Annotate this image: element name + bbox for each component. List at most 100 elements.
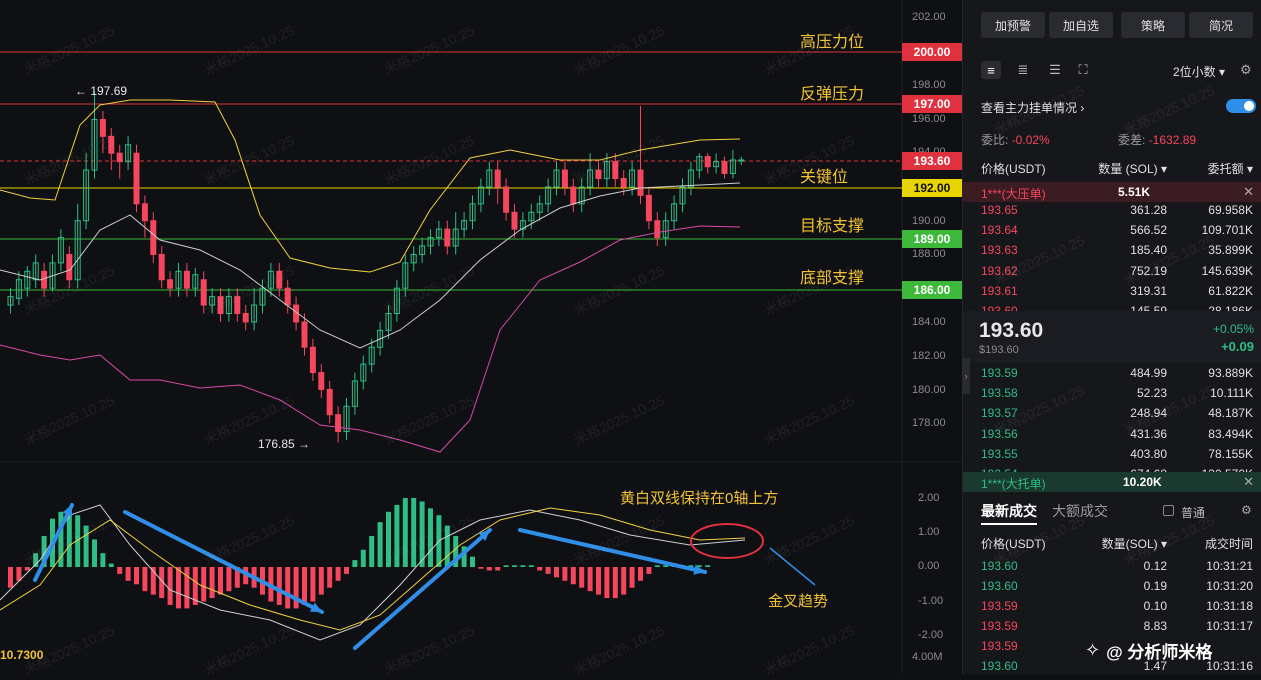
add-watchlist-button[interactable]: 加自选 xyxy=(1049,12,1113,38)
level-price-tag: 197.00 xyxy=(902,95,962,113)
candle-body xyxy=(503,186,510,213)
macd-axis-tick: -2.00 xyxy=(918,629,944,641)
chevron-right-icon: › xyxy=(1080,101,1085,115)
candle-body xyxy=(309,346,316,374)
macd-histogram-bar xyxy=(554,567,559,578)
row-qty: 0.12 xyxy=(1143,559,1167,573)
macd-histogram-bar xyxy=(629,567,635,588)
settings-icon[interactable]: ⚙ xyxy=(1241,503,1252,517)
trade-row[interactable]: 193.59 8.83 10:31:17 xyxy=(981,616,1257,636)
row-total: 109.701K xyxy=(1201,223,1253,238)
add-alert-button[interactable]: 加预警 xyxy=(981,12,1045,38)
golden-cross-circle xyxy=(690,523,764,559)
macd-histogram-bar xyxy=(125,567,131,581)
ask-row[interactable]: 193.62 752.19 145.639K xyxy=(981,261,1257,281)
trade-qty-header[interactable]: 数量(SOL) ▾ xyxy=(1061,535,1167,552)
ask-row[interactable]: 193.65 361.28 69.958K xyxy=(981,200,1257,220)
macd-histogram-bar xyxy=(579,567,585,588)
bid-row[interactable]: 193.59 484.99 93.889K xyxy=(981,363,1257,383)
weibi-value: -0.02% xyxy=(1011,133,1050,147)
close-icon[interactable]: ✕ xyxy=(1243,184,1254,200)
author-logo: ✧ @ 分析师米格 xyxy=(1085,637,1255,663)
ask-row[interactable]: 193.64 566.52 109.701K xyxy=(981,220,1257,240)
row-qty: 52.23 xyxy=(1136,386,1167,401)
orderbook-both-icon[interactable]: ≡ xyxy=(981,61,1001,79)
ask-row[interactable]: 193.61 319.31 61.822K xyxy=(981,281,1257,301)
macd-histogram-bar xyxy=(117,567,123,574)
candle-body xyxy=(99,118,106,137)
macd-histogram-bar xyxy=(596,567,601,595)
total-header[interactable]: 委托额 ▾ xyxy=(1167,160,1257,177)
macd-axis-tick: 2.00 xyxy=(918,492,940,504)
trade-row[interactable]: 193.60 0.12 10:31:21 xyxy=(981,556,1257,576)
orderbook-bids-icon[interactable]: ≣ xyxy=(1013,61,1033,79)
view-main-orders-link[interactable]: 查看主力挂单情况 › xyxy=(981,99,1084,116)
price-axis-tick: 184.00 xyxy=(912,316,946,328)
normal-label: 普通 xyxy=(1181,506,1206,520)
trend-arrow-4 xyxy=(518,528,707,574)
ask-row[interactable]: 193.63 185.40 35.899K xyxy=(981,240,1257,260)
candle-body xyxy=(612,161,619,180)
trade-row[interactable]: 193.59 0.10 10:31:18 xyxy=(981,596,1257,616)
candle-body xyxy=(326,388,333,416)
row-qty: 566.52 xyxy=(1130,223,1167,238)
big-bid-label: 1***(大托单) xyxy=(981,477,1046,491)
settings-icon[interactable]: ⚙ xyxy=(1240,62,1252,78)
tab-latest-trades[interactable]: 最新成交 xyxy=(981,501,1037,521)
macd-histogram-bar xyxy=(184,567,190,609)
macd-histogram-bar xyxy=(587,567,593,592)
row-price: 193.60 xyxy=(981,579,1018,593)
bid-row[interactable]: 193.57 248.94 48.187K xyxy=(981,403,1257,423)
price-axis-tick: 198.00 xyxy=(912,79,946,91)
level-price-tag: 189.00 xyxy=(902,230,962,248)
big-bid-row[interactable]: 1***(大托单) 10.20K ✕ xyxy=(963,472,1261,492)
row-qty: 185.40 xyxy=(1130,243,1167,258)
trend-arrow-1 xyxy=(33,503,74,582)
trade-row[interactable]: 193.60 0.19 10:31:20 xyxy=(981,576,1257,596)
decimals-select[interactable]: 2位小数 ▾ xyxy=(1173,63,1225,80)
level-price-tag: 186.00 xyxy=(902,281,962,299)
macd-histogram-bar xyxy=(360,549,366,567)
row-total: 10:31:18 xyxy=(1206,599,1253,613)
macd-histogram-bar xyxy=(226,567,232,592)
main-orders-toggle[interactable] xyxy=(1226,99,1256,113)
candle-body xyxy=(167,279,174,289)
orderbook-asks-icon[interactable]: ☰ xyxy=(1045,61,1065,79)
candle-body xyxy=(150,220,157,255)
collapse-panel-handle[interactable]: › xyxy=(962,358,970,394)
row-total: 10:31:20 xyxy=(1206,579,1253,593)
fullscreen-icon[interactable]: ⛶ xyxy=(1073,61,1093,79)
bid-row[interactable]: 193.55 403.80 78.155K xyxy=(981,444,1257,464)
candlestick-chart[interactable]: 202.00200.00198.00196.00194.00190.00188.… xyxy=(0,0,962,674)
bid-row[interactable]: 193.56 431.36 83.494K xyxy=(981,424,1257,444)
big-ask-row[interactable]: 1***(大压单) 5.51K ✕ xyxy=(963,182,1261,202)
strategy-button[interactable]: 策略 xyxy=(1121,12,1185,38)
normal-checkbox[interactable] xyxy=(1163,505,1174,516)
change-absolute: +0.09 xyxy=(1221,339,1254,354)
candle-body xyxy=(511,211,518,230)
order-book-panel: 加预警 加自选 策略 简况 ≡ ≣ ☰ ⛶ 2位小数 ▾ ⚙ 查看主力挂单情况 … xyxy=(962,0,1261,674)
tab-big-trades[interactable]: 大额成交 xyxy=(1052,501,1108,521)
close-icon[interactable]: ✕ xyxy=(1243,474,1254,490)
trades-header: 价格(USDT) 数量(SOL) ▾ 成交时间 xyxy=(981,533,1257,553)
macd-histogram-bar xyxy=(654,565,660,567)
row-total: 35.899K xyxy=(1208,243,1253,258)
level-price-tag: 200.00 xyxy=(902,43,962,61)
candle-body xyxy=(318,372,325,390)
candle-body xyxy=(284,287,291,306)
trade-price-header: 价格(USDT) xyxy=(981,536,1046,551)
overview-button[interactable]: 简况 xyxy=(1189,12,1253,38)
row-qty: 403.80 xyxy=(1130,446,1167,461)
macd-histogram-bar xyxy=(83,525,89,567)
macd-histogram-bar xyxy=(495,567,501,571)
candle-body xyxy=(301,321,308,348)
row-price: 193.63 xyxy=(981,243,1018,258)
qty-header[interactable]: 数量 (SOL) ▾ xyxy=(1061,160,1167,177)
bid-row[interactable]: 193.58 52.23 10.111K xyxy=(981,383,1257,403)
candle-body xyxy=(620,178,627,188)
low-price-label: 176.85 → xyxy=(258,437,311,451)
macd-histogram-bar xyxy=(411,498,417,567)
row-total: 69.958K xyxy=(1208,203,1253,217)
macd-histogram-bar xyxy=(209,567,215,599)
logo-icon: ✧ xyxy=(1085,639,1101,660)
